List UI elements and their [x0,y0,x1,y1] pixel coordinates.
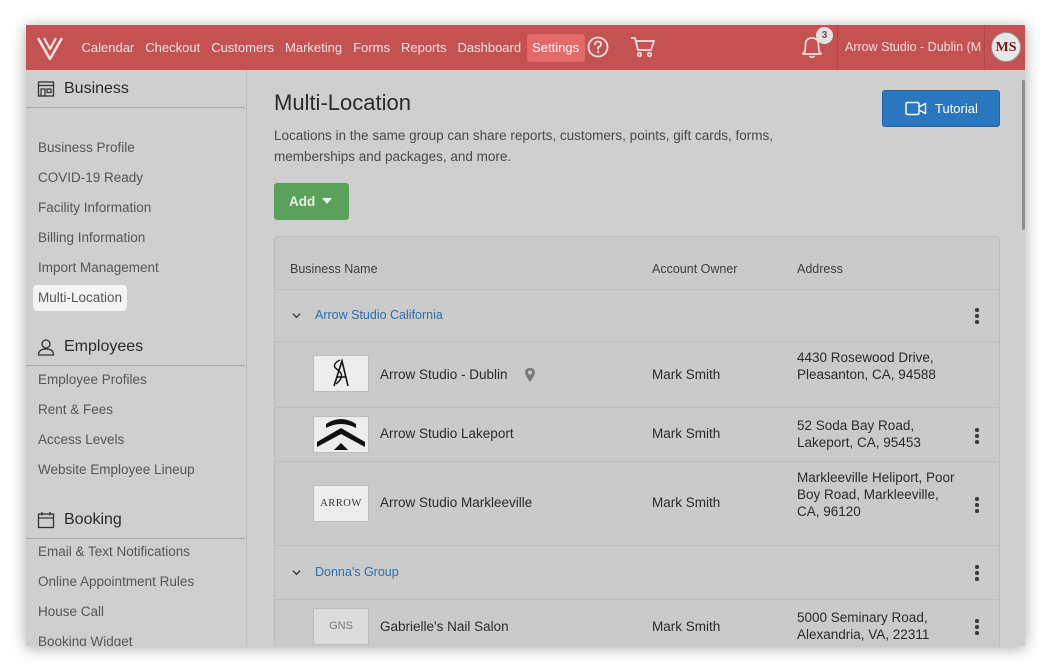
nav-reports[interactable]: Reports [395,34,452,62]
location-address: Markleeville Heliport, Poor Boy Road, Ma… [797,470,955,519]
app-window: Calendar Checkout Customers Marketing Fo… [26,25,1025,646]
table-row[interactable]: Arrow Studio - Dublin Mark Smith 4430 Ro… [275,341,999,407]
vagaro-logo-icon[interactable] [35,33,65,63]
sidebar-item-facility-information[interactable]: Facility Information [33,195,156,221]
location-name: Gabrielle's Nail Salon [380,619,509,634]
column-header-account-owner: Account Owner [652,262,738,276]
chevron-emblem-logo-icon [314,417,368,452]
nav-divider [837,25,838,70]
more-options-icon[interactable] [975,619,979,635]
chevron-down-icon[interactable] [292,568,301,577]
nav-marketing[interactable]: Marketing [280,34,348,62]
table-row[interactable]: ARROW Arrow Studio Markleeville Mark Smi… [275,461,999,545]
sidebar-item-multi-location[interactable]: Multi-Location [33,285,128,311]
location-logo: GNS [313,608,369,645]
more-options-icon[interactable] [975,308,979,324]
sidebar-item-billing-information[interactable]: Billing Information [33,225,150,251]
group-name-link[interactable]: Arrow Studio California [315,308,443,322]
sidebar-item-covid-19-ready[interactable]: COVID-19 Ready [33,165,148,191]
location-address: 4430 Rosewood Drive, Pleasanton, CA, 945… [797,350,936,382]
nav-forms[interactable]: Forms [348,34,396,62]
location-name: Arrow Studio Lakeport [380,426,514,441]
tutorial-button[interactable]: Tutorial [882,90,1000,127]
nav-checkout[interactable]: Checkout [140,34,206,62]
sidebar-section-title: Employees [64,338,144,355]
location-name: Arrow Studio - Dublin [380,367,508,382]
sidebar-item-access-levels[interactable]: Access Levels [33,427,129,453]
sidebar-section-employees: Employees [26,328,245,366]
sidebar-section-booking: Booking [26,501,245,539]
account-owner: Mark Smith [652,495,721,510]
table-row[interactable]: GNS Gabrielle's Nail Salon Mark Smith 50… [275,599,999,646]
store-icon [37,81,55,97]
location-logo [313,355,369,392]
account-owner: Mark Smith [652,367,721,382]
more-options-icon[interactable] [975,497,979,513]
arrow-monogram-logo-icon [314,356,368,391]
group-name-link[interactable]: Donna's Group [315,565,399,579]
sidebar-section-title: Booking [64,511,122,528]
sidebar-section-title: Business [64,80,129,97]
scrollbar-thumb[interactable] [1022,80,1025,230]
sidebar-item-email-text-notifications[interactable]: Email & Text Notifications [33,539,195,565]
sidebar-item-employee-profiles[interactable]: Employee Profiles [33,367,152,393]
locations-table: Business Name Account Owner Address Arro… [274,236,1000,646]
current-location-selector[interactable]: Arrow Studio - Dublin (M [845,25,984,70]
group-row[interactable]: Arrow Studio California [275,289,999,341]
page-title: Multi-Location [274,90,411,115]
column-header-business-name: Business Name [290,262,378,276]
caret-down-icon [322,198,332,204]
more-options-icon[interactable] [975,565,979,581]
location-address: 52 Soda Bay Road, Lakeport, CA, 95453 [797,418,921,450]
notification-badge: 3 [816,27,833,44]
column-header-address: Address [797,262,843,276]
location-logo: ARROW [313,485,369,522]
sidebar-item-website-employee-lineup[interactable]: Website Employee Lineup [33,457,200,483]
nav-calendar[interactable]: Calendar [76,34,140,62]
page-description: Locations in the same group can share re… [274,128,773,164]
location-logo [313,416,369,453]
video-camera-icon [905,101,927,116]
nav-settings[interactable]: Settings [526,33,585,62]
more-options-icon[interactable] [975,428,979,444]
nav-divider [984,25,985,70]
calendar-icon [37,512,55,529]
group-row[interactable]: Donna's Group [275,545,999,599]
location-pin-icon [525,368,535,382]
sidebar-section-business: Business [26,70,245,108]
location-name: Arrow Studio Markleeville [380,495,533,510]
main-nav: Calendar Checkout Customers Marketing Fo… [76,25,585,70]
sidebar-item-online-appointment-rules[interactable]: Online Appointment Rules [33,569,199,595]
sidebar-item-booking-widget[interactable]: Booking Widget [33,629,138,646]
location-logo-text: ARROW [314,486,368,521]
person-icon [37,339,55,356]
cart-icon[interactable] [630,36,656,58]
add-button-label: Add [289,194,316,209]
sidebar-item-rent-fees[interactable]: Rent & Fees [33,397,118,423]
top-navigation-bar: Calendar Checkout Customers Marketing Fo… [26,25,1025,70]
account-owner: Mark Smith [652,426,721,441]
user-avatar[interactable]: MS [991,32,1021,62]
help-icon[interactable] [587,36,609,58]
nav-dashboard[interactable]: Dashboard [452,34,527,62]
main-content: Multi-Location Locations in the same gro… [246,70,1025,646]
table-row[interactable]: Arrow Studio Lakeport Mark Smith 52 Soda… [275,407,999,461]
chevron-down-icon[interactable] [292,311,301,320]
sidebar-item-import-management[interactable]: Import Management [33,255,164,281]
nav-customers[interactable]: Customers [206,34,280,62]
add-button[interactable]: Add [274,183,349,220]
tutorial-button-label: Tutorial [935,101,978,116]
account-owner: Mark Smith [652,619,721,634]
sidebar-item-business-profile[interactable]: Business Profile [33,135,140,161]
location-address: 5000 Seminary Road, Alexandria, VA, 2231… [797,610,930,642]
settings-sidebar: Business Business Profile COVID-19 Ready… [26,70,247,646]
sidebar-item-house-call[interactable]: House Call [33,599,109,625]
